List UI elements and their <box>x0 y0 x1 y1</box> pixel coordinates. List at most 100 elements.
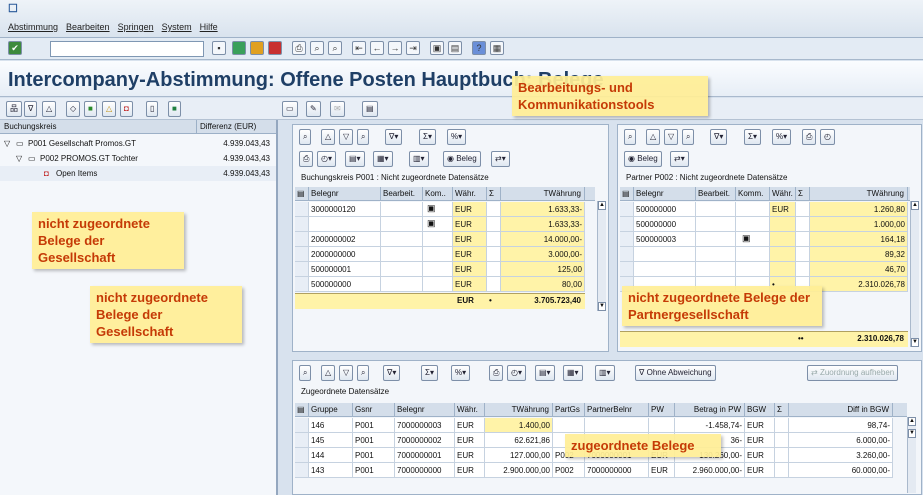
filter-icon[interactable]: ∇ <box>24 101 38 117</box>
printer-icon[interactable]: ▣ <box>742 233 751 244</box>
row-select[interactable] <box>620 262 634 277</box>
col-sum[interactable]: Σ <box>487 187 501 201</box>
expand-icon[interactable]: ▽ <box>4 136 10 151</box>
back-icon[interactable] <box>232 41 246 55</box>
select-all-icon[interactable]: ▤ <box>620 187 634 201</box>
menu-springen[interactable]: Springen <box>118 22 154 32</box>
export-icon[interactable]: ▤▾ <box>345 151 365 167</box>
scroll-up-icon[interactable]: ▲ <box>911 201 919 210</box>
scroll-down-icon[interactable]: ▼ <box>598 302 606 311</box>
tree-row-open-items[interactable]: ◘ Open Items 4.939.043,43 <box>0 166 276 181</box>
layout-icon[interactable]: ▦ <box>490 41 504 55</box>
scroll-up-icon[interactable]: ▲ <box>908 417 916 426</box>
first-page-icon[interactable]: ⇤ <box>352 41 366 55</box>
sort-asc-icon[interactable]: △ <box>321 365 336 381</box>
zuordnung-aufheben-button[interactable]: ⇄ Zuordnung aufheben <box>807 365 899 381</box>
sort-desc-icon[interactable]: ▽ <box>339 129 354 145</box>
enter-icon[interactable]: ✔ <box>8 41 22 55</box>
row-select[interactable] <box>295 277 309 292</box>
col-twaehrung[interactable]: TWährung <box>501 187 585 201</box>
subtotal-icon[interactable]: %▾ <box>772 129 792 145</box>
last-page-icon[interactable]: ⇥ <box>406 41 420 55</box>
shortcut-icon[interactable]: ▤ <box>448 41 462 55</box>
printer-icon[interactable]: ▣ <box>427 203 436 214</box>
filter-icon[interactable]: ∇▾ <box>383 365 401 381</box>
tree-row-p001[interactable]: ▽ ▭ P001 Gesellschaft Promos.GT 4.939.04… <box>0 136 276 151</box>
col-bearbeit[interactable]: Bearbeit. <box>381 187 423 201</box>
row-select[interactable] <box>295 232 309 247</box>
col-diff-bgw[interactable]: Diff in BGW <box>789 403 893 417</box>
col-gsnr[interactable]: Gsnr <box>353 403 395 417</box>
col-pw[interactable]: PW <box>649 403 675 417</box>
print-icon[interactable]: ⎙ <box>489 365 504 381</box>
col-belegnr[interactable]: Belegnr <box>309 187 381 201</box>
sort-desc-icon[interactable]: ▽ <box>339 365 354 381</box>
printer-icon[interactable]: ▣ <box>427 218 436 229</box>
row-select[interactable] <box>620 232 634 247</box>
sum-icon[interactable]: Σ▾ <box>744 129 761 145</box>
find-icon[interactable]: ⌕ <box>682 129 695 145</box>
green-square-icon[interactable]: ■ <box>84 101 97 117</box>
cancel-icon[interactable] <box>268 41 282 55</box>
sum-icon[interactable]: Σ▾ <box>421 365 438 381</box>
save-layout-icon[interactable]: ▯ <box>146 101 159 117</box>
vertical-scrollbar[interactable]: ▲ ▼ <box>907 417 916 493</box>
col-twaehrung[interactable]: TWährung <box>810 187 908 201</box>
save-icon[interactable]: ▪ <box>212 41 226 55</box>
sort-asc-icon[interactable]: △ <box>646 129 661 145</box>
row-select[interactable] <box>295 433 309 448</box>
assign-icon[interactable]: ⇄▾ <box>491 151 510 167</box>
beleg-button[interactable]: ◉ Beleg <box>443 151 481 167</box>
menu-hilfe[interactable]: Hilfe <box>200 22 218 32</box>
col-belegnr[interactable]: Belegnr <box>634 187 696 201</box>
sort-desc-icon[interactable]: ▽ <box>664 129 679 145</box>
col-sum[interactable]: Σ <box>796 187 810 201</box>
subtotal-icon[interactable]: %▾ <box>451 365 471 381</box>
export-icon[interactable]: ▤▾ <box>535 365 555 381</box>
sum-icon[interactable]: Σ▾ <box>419 129 436 145</box>
row-select[interactable] <box>295 463 309 478</box>
print-icon[interactable]: ⎙ <box>802 129 817 145</box>
find-icon[interactable]: ⌕ <box>357 129 370 145</box>
row-select[interactable] <box>295 262 309 277</box>
subtotal-icon[interactable]: %▾ <box>447 129 467 145</box>
row-select[interactable] <box>295 202 309 217</box>
menu-bearbeiten[interactable]: Bearbeiten <box>66 22 110 32</box>
yellow-triangle-icon[interactable]: △ <box>102 101 117 117</box>
col-sum[interactable]: Σ <box>775 403 789 417</box>
vertical-scrollbar[interactable]: ▲ ▼ <box>910 201 919 347</box>
find-icon[interactable]: ⌕ <box>310 41 324 55</box>
row-select[interactable] <box>295 247 309 262</box>
menu-system[interactable]: System <box>162 22 192 32</box>
row-select[interactable] <box>620 217 634 232</box>
beleg-button[interactable]: ◉ Beleg <box>624 151 662 167</box>
col-gruppe[interactable]: Gruppe <box>309 403 353 417</box>
vertical-scrollbar[interactable]: ▲ ▼ <box>597 201 606 311</box>
view-icon[interactable]: ◴▾ <box>507 365 526 381</box>
print-icon[interactable]: ⎙ <box>299 151 314 167</box>
filter-icon[interactable]: ∇▾ <box>710 129 728 145</box>
collapse-icon[interactable]: △ <box>42 101 57 117</box>
next-page-icon[interactable]: → <box>388 41 402 55</box>
command-field[interactable] <box>50 41 204 57</box>
find-next-icon[interactable]: ⌕ <box>328 41 342 55</box>
print-icon[interactable]: ⎙ <box>292 41 306 55</box>
layout-icon[interactable]: ▦▾ <box>373 151 393 167</box>
find-icon[interactable]: ⌕ <box>357 365 370 381</box>
col-komm[interactable]: Komm. <box>736 187 770 201</box>
chart-icon[interactable]: ▥▾ <box>595 365 615 381</box>
col-partnerbelnr[interactable]: PartnerBelnr <box>585 403 649 417</box>
details-icon[interactable]: ⌕ <box>299 365 312 381</box>
diamond-icon[interactable]: ◇ <box>66 101 81 117</box>
col-waehr[interactable]: Währ. <box>455 403 485 417</box>
color-icon[interactable]: ■ <box>168 101 181 117</box>
col-twaehrung[interactable]: TWährung <box>485 403 553 417</box>
comm-tool-icon[interactable]: ✉ <box>330 101 345 117</box>
hierarchy-icon[interactable]: 品 <box>6 101 22 117</box>
tree-row-p002[interactable]: ▽ ▭ P002 PROMOS.GT Tochter 4.939.043,43 <box>0 151 276 166</box>
ohne-abweichung-button[interactable]: ∇ Ohne Abweichung <box>635 365 716 381</box>
view-icon[interactable]: ◴ <box>820 129 835 145</box>
row-select[interactable] <box>620 202 634 217</box>
sort-asc-icon[interactable]: △ <box>321 129 336 145</box>
view-icon[interactable]: ◴▾ <box>317 151 336 167</box>
